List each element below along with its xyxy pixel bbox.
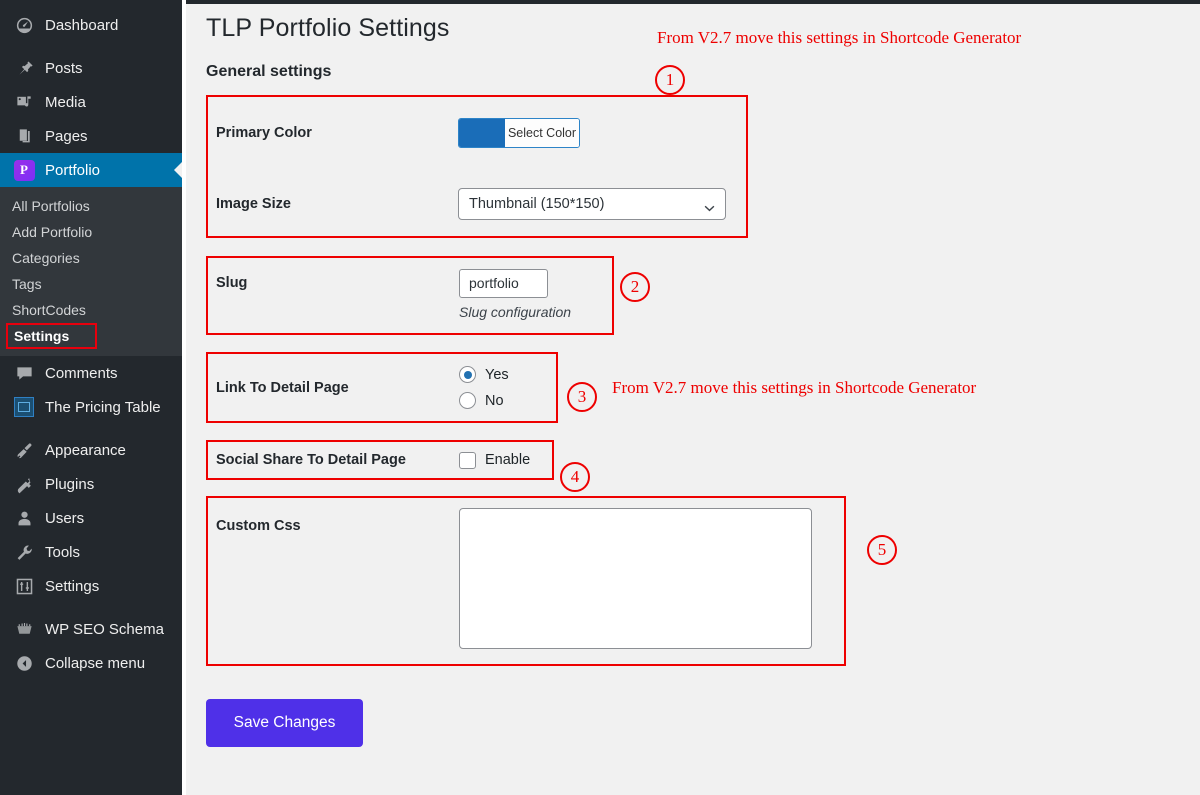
link-to-detail-page-radio-group: Yes No: [459, 366, 509, 409]
link-to-detail-page-label: Link To Detail Page: [216, 379, 349, 396]
menu-separator: [0, 603, 182, 612]
row-slug: Slug portfolio: [208, 258, 612, 308]
annotation-note-top: From V2.7 move this settings in Shortcod…: [657, 28, 1022, 47]
save-changes-button[interactable]: Save Changes: [206, 699, 363, 747]
sidebar-item-comments[interactable]: Comments: [0, 356, 182, 390]
general-settings-panel: Primary Color Select Color Image Size Th…: [206, 95, 748, 238]
primary-color-picker[interactable]: Select Color: [458, 117, 580, 148]
sidebar-item-label: Comments: [45, 364, 118, 382]
annotation-marker-4: 4: [560, 462, 590, 492]
slug-input[interactable]: portfolio: [459, 268, 548, 298]
pricing-table-icon: [12, 397, 36, 417]
sidebar-item-label: The Pricing Table: [45, 398, 161, 416]
enable-checkbox[interactable]: [459, 451, 476, 469]
collapse-arrow-icon: [12, 653, 36, 673]
sidebar-item-portfolio[interactable]: P Portfolio: [0, 153, 182, 187]
sidebar-item-label: Dashboard: [45, 16, 119, 34]
sidebar-item-label: Collapse menu: [45, 654, 146, 672]
slug-label: Slug: [216, 275, 248, 291]
dashboard-gauge-icon: [12, 15, 36, 35]
sidebar-item-label: Media: [45, 93, 86, 111]
submenu-item-shortcodes[interactable]: ShortCodes: [0, 297, 182, 323]
sidebar-item-label: WP SEO Schema: [45, 620, 164, 638]
annotation-note-link: From V2.7 move this settings in Shortcod…: [612, 378, 977, 397]
social-share-enable-option[interactable]: Enable: [459, 451, 531, 469]
settings-form: TLP Portfolio Settings General settings …: [182, 0, 1200, 747]
menu-separator: [0, 424, 182, 433]
sidebar-item-media[interactable]: Media: [0, 85, 182, 119]
sidebar-item-label: Appearance: [45, 441, 126, 459]
pushpin-icon: [12, 58, 36, 78]
sidebar-item-plugins[interactable]: Plugins: [0, 467, 182, 501]
custom-css-panel: Custom Css: [206, 496, 846, 666]
custom-css-label: Custom Css: [216, 518, 301, 534]
wrench-icon: [12, 542, 36, 562]
radio-yes-label: Yes: [485, 366, 509, 383]
sidebar-item-label: Plugins: [45, 475, 95, 493]
admin-content-area: TLP Portfolio Settings General settings …: [182, 0, 1200, 795]
social-share-label: Social Share To Detail Page: [216, 452, 406, 468]
wordpress-admin-screen: Dashboard Posts Media Pages P Portfolio …: [0, 0, 1200, 795]
chevron-down-icon: [704, 199, 715, 211]
sidebar-item-label: Tools: [45, 543, 81, 561]
radio-option-yes[interactable]: Yes: [459, 366, 509, 383]
paintbrush-icon: [12, 440, 36, 460]
submenu-item-settings[interactable]: Settings: [6, 323, 98, 349]
row-primary-color: Primary Color Select Color: [208, 97, 746, 168]
admin-sidebar: Dashboard Posts Media Pages P Portfolio …: [0, 0, 182, 795]
submenu-item-all-portfolios[interactable]: All Portfolios: [0, 193, 182, 219]
image-size-select-value[interactable]: Thumbnail (150*150): [458, 187, 726, 220]
annotation-marker-1: 1: [655, 65, 685, 95]
social-share-panel: Social Share To Detail Page Enable: [206, 440, 554, 480]
image-size-label: Image Size: [216, 195, 291, 212]
color-swatch: [459, 118, 505, 147]
select-color-button[interactable]: Select Color: [505, 118, 579, 147]
portfolio-p-badge-icon: P: [12, 159, 36, 181]
annotation-marker-2: 2: [620, 272, 650, 302]
radio-no-label: No: [485, 392, 504, 409]
sidebar-item-users[interactable]: Users: [0, 501, 182, 535]
media-icon: [12, 92, 36, 112]
primary-color-label: Primary Color: [216, 124, 312, 141]
sidebar-item-label: Settings: [45, 577, 100, 595]
section-title-general-settings: General settings: [206, 63, 332, 80]
sidebar-item-dashboard[interactable]: Dashboard: [0, 8, 182, 42]
plugin-plug-icon: [12, 474, 36, 494]
sidebar-item-label: Users: [45, 509, 85, 527]
slug-help-text: Slug configuration: [459, 304, 572, 320]
slug-panel: Slug portfolio Slug configuration: [206, 256, 614, 335]
submenu-item-categories[interactable]: Categories: [0, 245, 182, 271]
annotation-marker-3: 3: [567, 382, 597, 412]
sidebar-item-label: Pages: [45, 127, 88, 145]
sidebar-item-wp-seo-schema[interactable]: WP SEO Schema: [0, 612, 182, 646]
row-image-size: Image Size Thumbnail (150*150): [208, 168, 746, 239]
annotation-marker-5: 5: [867, 535, 897, 565]
submenu-item-add-portfolio[interactable]: Add Portfolio: [0, 219, 182, 245]
comment-bubble-icon: [12, 363, 36, 383]
portfolio-submenu: All Portfolios Add Portfolio Categories …: [0, 187, 182, 356]
sidebar-item-label: Portfolio: [45, 161, 101, 179]
radio-yes-icon[interactable]: [459, 366, 476, 383]
sidebar-item-settings[interactable]: Settings: [0, 569, 182, 603]
link-to-detail-page-panel: Link To Detail Page Yes No: [206, 352, 558, 423]
sidebar-item-collapse-menu[interactable]: Collapse menu: [0, 646, 182, 680]
user-icon: [12, 508, 36, 528]
sidebar-item-label: Posts: [45, 59, 83, 77]
radio-option-no[interactable]: No: [459, 392, 509, 409]
sidebar-item-the-pricing-table[interactable]: The Pricing Table: [0, 390, 182, 424]
sidebar-item-tools[interactable]: Tools: [0, 535, 182, 569]
settings-sliders-icon: [12, 576, 36, 596]
sidebar-item-pages[interactable]: Pages: [0, 119, 182, 153]
pages-icon: [12, 126, 36, 146]
image-size-select[interactable]: Thumbnail (150*150): [458, 187, 726, 220]
menu-separator: [0, 42, 182, 51]
custom-css-textarea[interactable]: [459, 508, 812, 649]
sidebar-item-appearance[interactable]: Appearance: [0, 433, 182, 467]
radio-no-icon[interactable]: [459, 392, 476, 409]
sidebar-item-posts[interactable]: Posts: [0, 51, 182, 85]
enable-label: Enable: [485, 452, 531, 468]
wp-seo-schema-icon: [12, 619, 36, 639]
submenu-item-tags[interactable]: Tags: [0, 271, 182, 297]
